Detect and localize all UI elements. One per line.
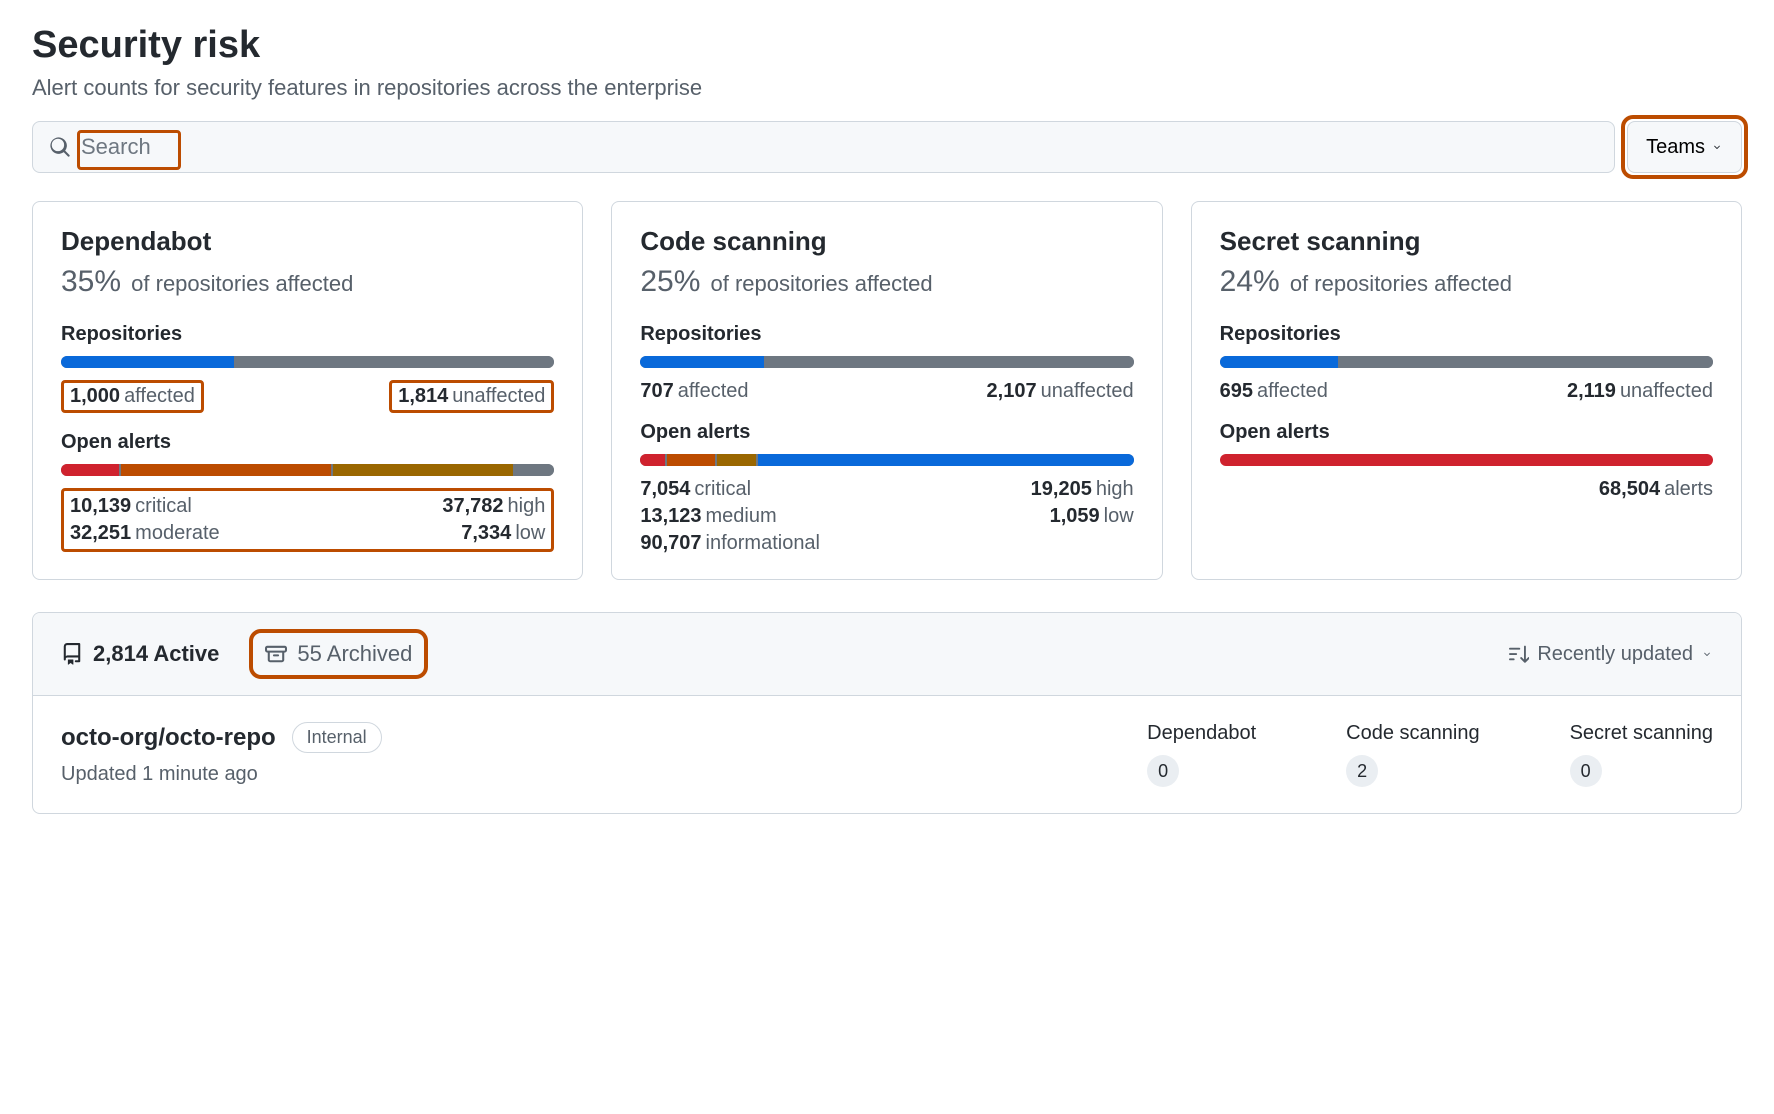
tab-archived[interactable]: 55 Archived: [265, 641, 412, 667]
repository-list-panel: 2,814 Active 55 Archived Recently update…: [32, 612, 1742, 814]
sort-control[interactable]: Recently updated: [1509, 643, 1713, 666]
repos-bar: [1220, 356, 1713, 368]
sort-icon: [1509, 644, 1529, 664]
alerts-bar: [640, 454, 1133, 466]
repositories-label: Repositories: [640, 323, 1133, 346]
caret-down-icon: [1711, 141, 1723, 153]
card-title: Secret scanning: [1220, 226, 1713, 257]
repos-stats: 1,000affected 1,814unaffected: [61, 380, 554, 413]
metric-value: 0: [1570, 755, 1602, 787]
repo-updated: Updated 1 minute ago: [61, 763, 382, 786]
highlight-alert-stats: 10,139critical37,782high32,251moderate7,…: [61, 488, 554, 552]
security-card: Dependabot 35% of repositories affected Re…: [32, 201, 583, 580]
repo-icon: [61, 643, 83, 665]
percent-line: 25% of repositories affected: [640, 265, 1133, 299]
highlight-unaffected: 1,814unaffected: [389, 380, 554, 413]
metric-label: Code scanning: [1346, 722, 1479, 745]
repo-metric: Dependabot 0: [1147, 722, 1256, 787]
archive-icon: [265, 643, 287, 665]
open-alerts-label: Open alerts: [1220, 421, 1713, 444]
repos-bar: [61, 356, 554, 368]
metric-label: Dependabot: [1147, 722, 1256, 745]
highlight-affected: 1,000affected: [61, 380, 204, 413]
percent-line: 35% of repositories affected: [61, 265, 554, 299]
card-title: Dependabot: [61, 226, 554, 257]
repo-name[interactable]: octo-org/octo-repo: [61, 724, 276, 752]
teams-button-label: Teams: [1646, 136, 1705, 159]
page-title: Security risk: [32, 24, 1742, 67]
repositories-label: Repositories: [1220, 323, 1713, 346]
search-input[interactable]: [81, 134, 1598, 160]
percent-line: 24% of repositories affected: [1220, 265, 1713, 299]
metric-value: 0: [1147, 755, 1179, 787]
repos-stats: 695affected2,119unaffected: [1220, 380, 1713, 403]
sort-label: Recently updated: [1537, 643, 1693, 666]
archived-count: 55: [297, 641, 321, 666]
card-title: Code scanning: [640, 226, 1133, 257]
alerts-total: 68,504alerts: [1220, 478, 1713, 501]
repo-metric: Code scanning 2: [1346, 722, 1479, 787]
active-label: Active: [153, 641, 219, 666]
archived-label: Archived: [327, 641, 413, 666]
caret-down-icon: [1701, 648, 1713, 660]
alerts-bar: [1220, 454, 1713, 466]
security-card: Secret scanning 24% of repositories affec…: [1191, 201, 1742, 580]
search-icon: [49, 136, 71, 158]
page-subtitle: Alert counts for security features in re…: [32, 75, 1742, 101]
metric-label: Secret scanning: [1570, 722, 1713, 745]
alert-breakdown: 10,139critical37,782high32,251moderate7,…: [70, 495, 545, 545]
open-alerts-label: Open alerts: [640, 421, 1133, 444]
repos-bar: [640, 356, 1133, 368]
visibility-badge: Internal: [292, 722, 382, 753]
search-box[interactable]: [32, 121, 1615, 173]
repo-row[interactable]: octo-org/octo-repo Internal Updated 1 mi…: [33, 696, 1741, 813]
repositories-label: Repositories: [61, 323, 554, 346]
repo-metric: Secret scanning 0: [1570, 722, 1713, 787]
alerts-bar: [61, 464, 554, 476]
tab-active[interactable]: 2,814 Active: [61, 641, 219, 667]
open-alerts-label: Open alerts: [61, 431, 554, 454]
alert-breakdown: 7,054critical19,205high13,123medium1,059…: [640, 478, 1133, 555]
metric-value: 2: [1346, 755, 1378, 787]
security-card: Code scanning 25% of repositories affecte…: [611, 201, 1162, 580]
repos-stats: 707affected2,107unaffected: [640, 380, 1133, 403]
teams-filter-button[interactable]: Teams: [1627, 121, 1742, 173]
active-count: 2,814: [93, 641, 148, 666]
